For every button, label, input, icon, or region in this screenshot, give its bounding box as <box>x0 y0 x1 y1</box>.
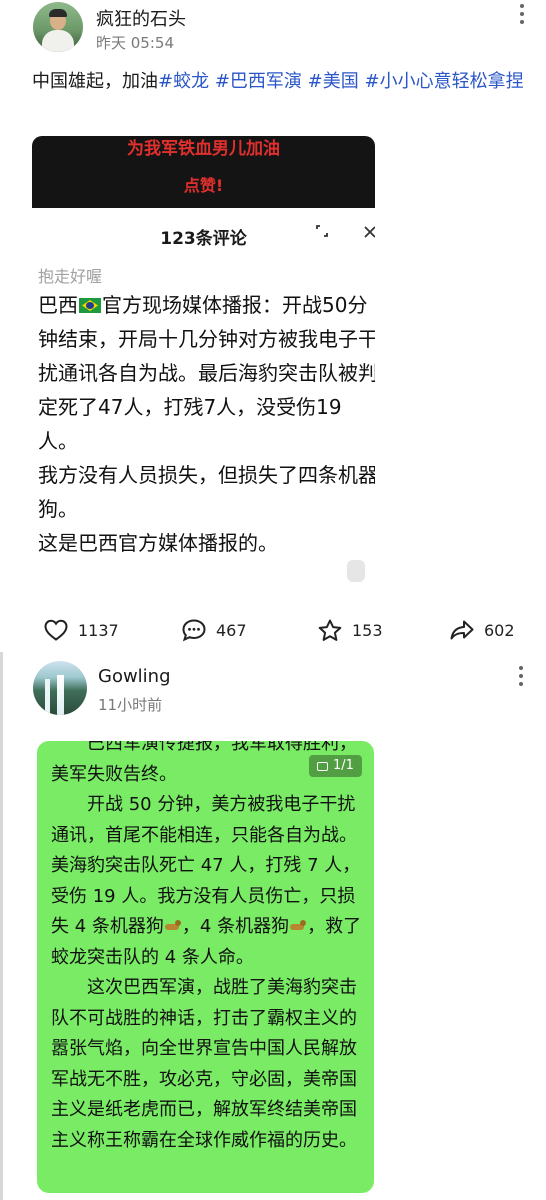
favorite-button[interactable]: 153 <box>316 612 383 648</box>
share-button[interactable]: 602 <box>448 612 515 648</box>
hashtag-link[interactable]: #蛟龙 <box>158 71 209 92</box>
comment-text: 我方没有人员损失，但损失了四条机器狗。 <box>38 463 375 521</box>
username[interactable]: Gowling <box>98 666 171 687</box>
username[interactable]: 疯狂的石头 <box>96 5 186 31</box>
note-image[interactable]: 巴西军演传捷报，我军取得胜利，美军失败告终。 开战 50 分钟，美方被我电子干扰… <box>37 741 374 1193</box>
comment-sheet: 123条评论 抱走好喔 巴西 官方现场媒体播报：开战50分钟结束，开局十几分钟对方… <box>32 208 375 586</box>
comment-body: 巴西 官方现场媒体播报：开战50分钟结束，开局十几分钟对方被我电子干扰通讯各自为战… <box>38 288 375 560</box>
like-count: 1137 <box>78 620 119 640</box>
note-paragraph: 开战 50 分钟，美方被我电子干扰通讯，首尾不能相连，只能各自为战。美海豹突击队… <box>51 790 366 973</box>
avatar[interactable] <box>33 661 87 715</box>
hashtag-link[interactable]: #小小心意轻松拿捏 <box>364 71 523 92</box>
more-options-icon[interactable] <box>520 4 524 28</box>
page-indicator: 1/1 <box>333 758 354 773</box>
post-text: 中国雄起，加油#蛟龙 #巴西军演 #美国 #小小心意轻松拿捏 <box>32 66 532 97</box>
scroll-handle[interactable] <box>347 560 365 582</box>
image-icon <box>317 761 328 771</box>
favorite-count: 153 <box>352 620 383 640</box>
hashtag-link[interactable]: #巴西军演 <box>215 71 302 92</box>
expand-icon[interactable] <box>310 222 334 246</box>
comment-button[interactable]: 467 <box>180 612 247 648</box>
post-time: 11小时前 <box>98 696 163 714</box>
comment-text: 巴西 <box>38 293 78 317</box>
comment-bubble-icon <box>180 616 208 644</box>
dog-emoji-icon <box>164 919 182 933</box>
image-page-badge: 1/1 <box>309 755 362 777</box>
share-count: 602 <box>484 620 515 640</box>
brazil-flag-icon <box>79 298 101 313</box>
avatar[interactable] <box>33 2 83 52</box>
embedded-screenshot[interactable]: 为我军铁血男儿加油 点赞! 123条评论 抱走好喔 巴西 官方现场媒体播报：开战5… <box>32 136 375 586</box>
post-card-2: Gowling 11小时前 巴西军演传捷报，我军取得胜利，美军失败告终。 开战 … <box>0 652 546 1200</box>
video-thumbnail: 为我军铁血男儿加油 点赞! <box>32 136 375 208</box>
commenter-name: 抱走好喔 <box>38 267 103 286</box>
post-card-1: 疯狂的石头 昨天 05:54 中国雄起，加油#蛟龙 #巴西军演 #美国 #小小心… <box>0 0 546 652</box>
close-icon[interactable] <box>358 222 375 246</box>
note-paragraph: 这次巴西军演，战胜了美海豹突击队不可战胜的神话，打击了霸权主义的嚣张气焰，向全世… <box>51 977 357 1151</box>
star-icon <box>316 616 344 644</box>
divider <box>0 652 3 1200</box>
post-time: 昨天 05:54 <box>96 34 174 52</box>
share-arrow-icon <box>448 616 476 644</box>
more-options-icon[interactable] <box>519 666 523 690</box>
hashtag-link[interactable]: #美国 <box>308 71 359 92</box>
note-text: 巴西军演传捷报，我军取得胜利，美军失败告终。 开战 50 分钟，美方被我电子干扰… <box>51 741 366 1156</box>
comment-count: 467 <box>216 620 247 640</box>
post-body-text: 中国雄起，加油 <box>32 71 158 92</box>
video-caption: 点赞! <box>183 176 224 195</box>
heart-icon <box>42 616 70 644</box>
comment-text: 这是巴西官方媒体播报的。 <box>38 531 278 555</box>
video-caption: 为我军铁血男儿加油 <box>127 139 280 159</box>
comment-text: 官方现场媒体播报：开战50分钟结束，开局十几分钟对方被我电子干扰通讯各自为战。最… <box>38 293 375 453</box>
post-actions-bar: 1137 467 153 602 <box>0 612 546 648</box>
note-text-span: ，4 条机器狗 <box>181 916 290 937</box>
dog-emoji-icon <box>289 919 307 933</box>
like-button[interactable]: 1137 <box>42 612 119 648</box>
